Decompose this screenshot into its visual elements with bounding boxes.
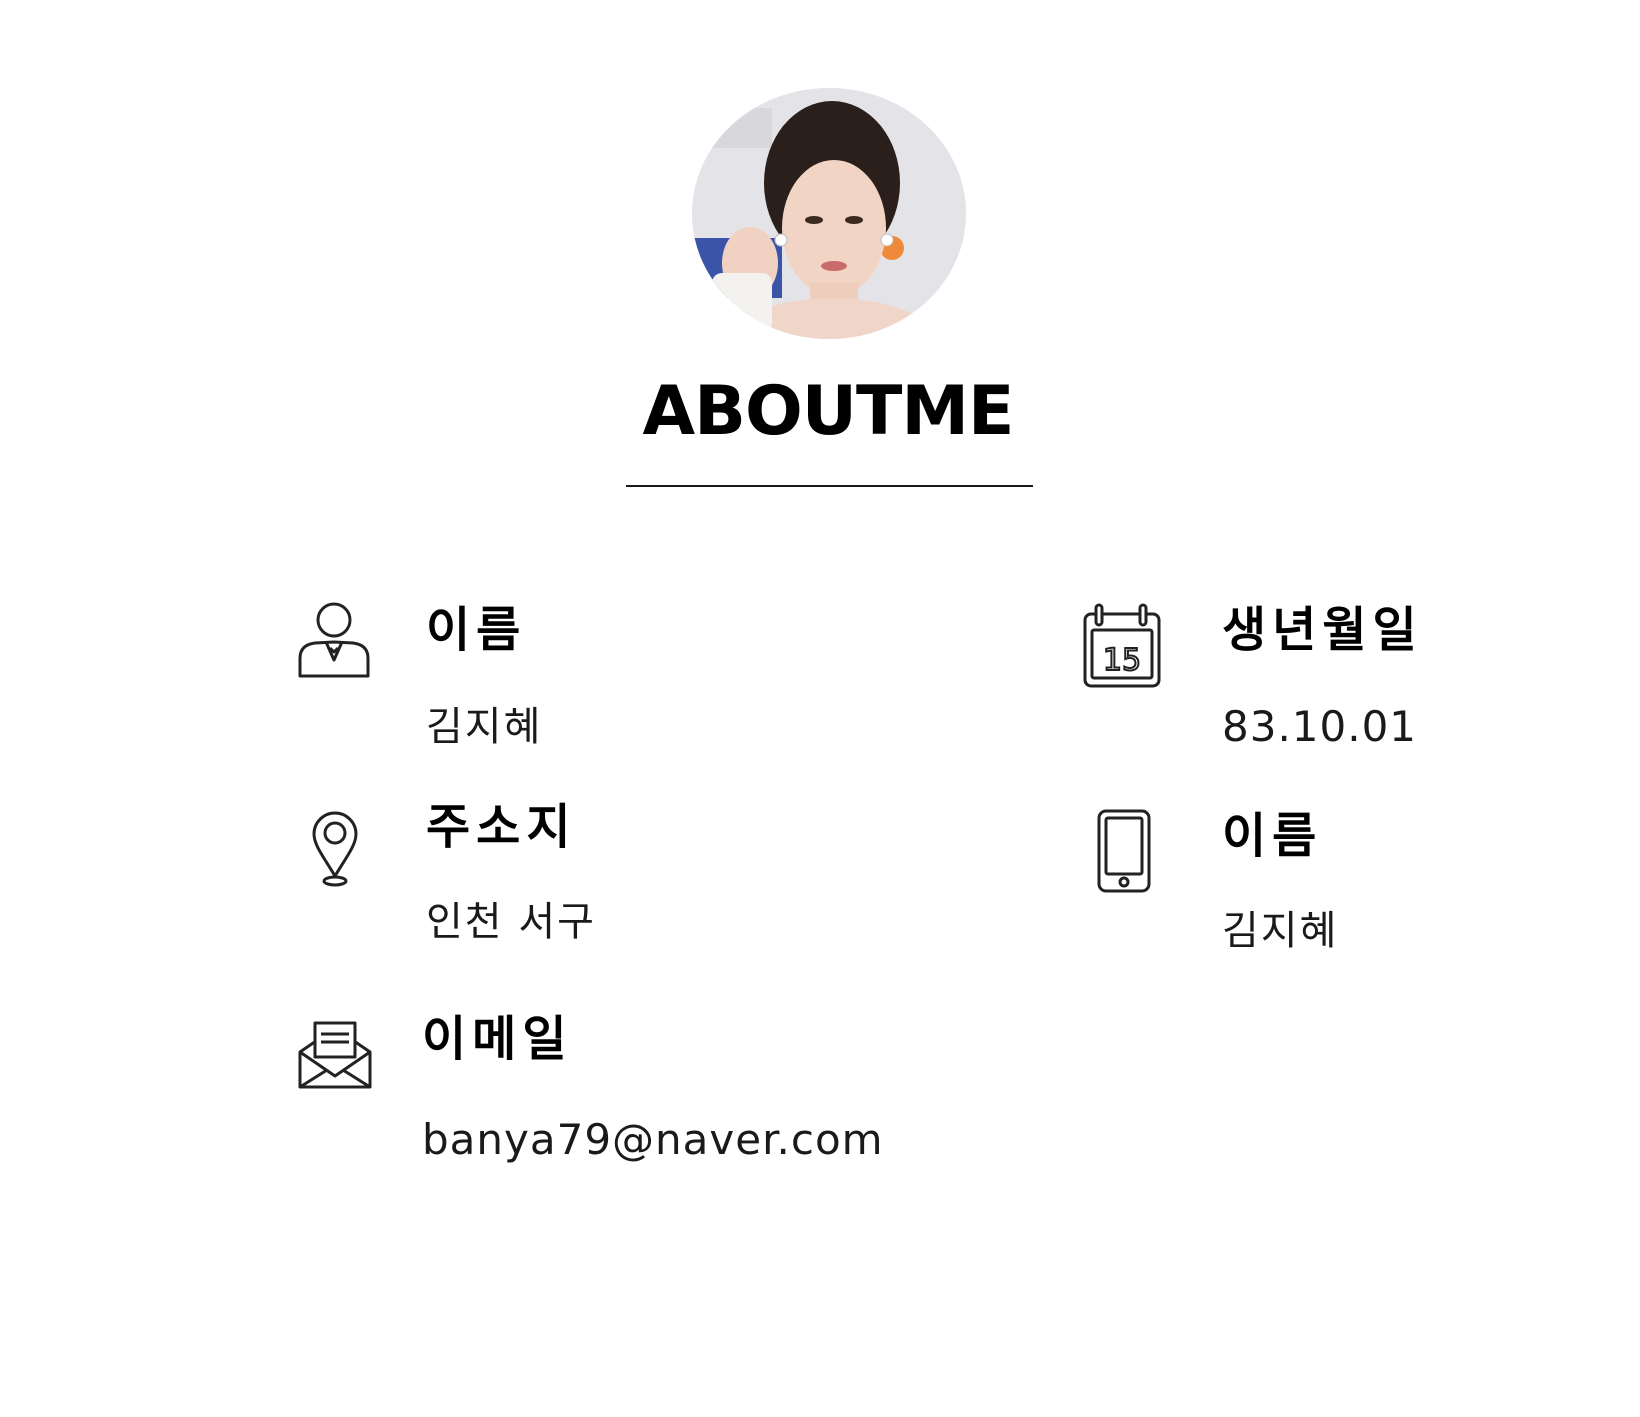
phone-label: 이름: [1222, 808, 1323, 864]
email-label: 이메일: [422, 1011, 573, 1067]
birthday-value: 83.10.01: [1222, 702, 1418, 751]
calendar-icon: 15: [1083, 603, 1161, 688]
email-value[interactable]: banya79@naver.com: [422, 1116, 884, 1164]
smartphone-icon: [1097, 809, 1151, 893]
name-label: 이름: [426, 602, 527, 658]
envelope-icon: [298, 1021, 372, 1089]
phone-value: 김지혜: [1222, 908, 1339, 954]
calendar-day: 15: [1103, 643, 1141, 678]
person-icon: [298, 602, 370, 678]
page-title: ABOUTME: [642, 372, 1015, 451]
address-label: 주소지: [426, 799, 577, 855]
title-divider: [626, 485, 1033, 487]
address-value: 인천 서구: [426, 899, 596, 945]
location-pin-icon: [312, 811, 358, 887]
birthday-label: 생년월일: [1222, 602, 1423, 658]
profile-avatar: [692, 88, 966, 339]
name-value: 김지혜: [426, 704, 543, 750]
profile-photo: [692, 88, 966, 339]
